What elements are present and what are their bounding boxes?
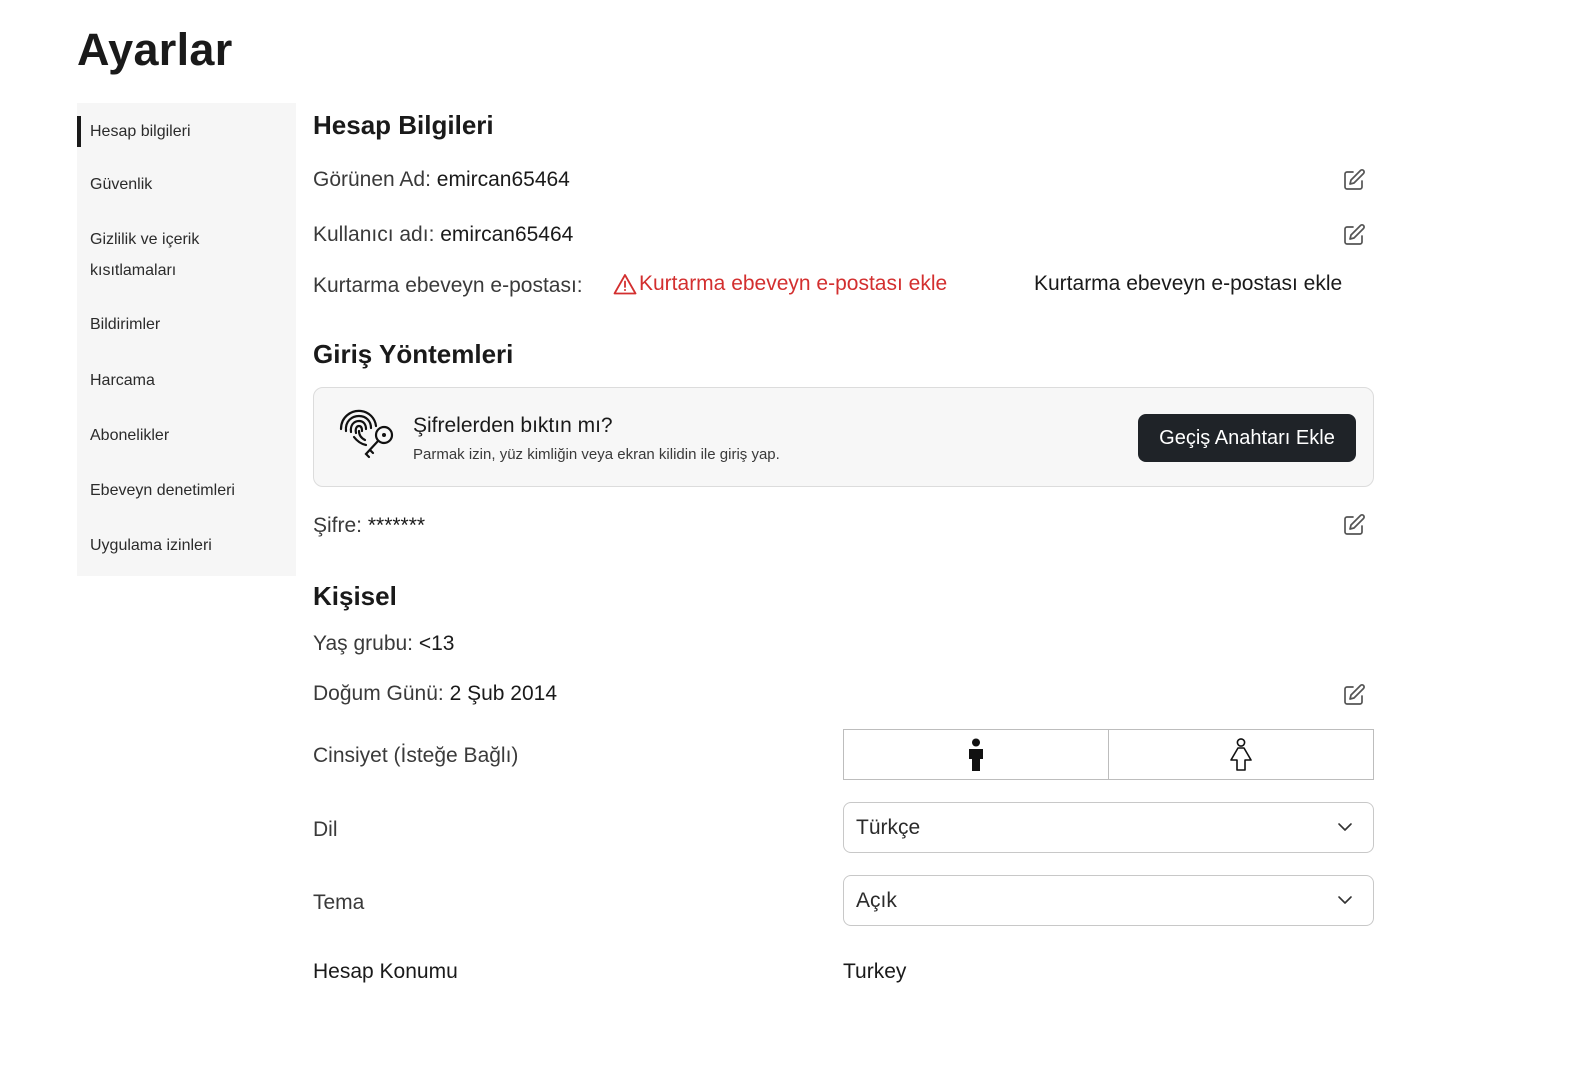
password-label: Şifre:: [313, 514, 368, 537]
chevron-down-icon: [1338, 823, 1352, 831]
theme-label: Tema: [313, 891, 365, 914]
theme-select-value: Açık: [856, 889, 897, 912]
display-name-label: Görünen Ad:: [313, 168, 437, 191]
gender-label: Cinsiyet (İsteğe Bağlı): [313, 744, 519, 767]
password-value: *******: [367, 514, 426, 537]
birthday-value: 2 Şub 2014: [449, 682, 558, 705]
passkey-title: Şifrelerden bıktın mı?: [413, 414, 613, 437]
section-title-login-methods: Giriş Yöntemleri: [313, 339, 514, 369]
birthday-row: Doğum Günü: 2 Şub 2014: [313, 682, 557, 706]
username-row: Kullanıcı adı: emircan65464: [313, 223, 573, 247]
display-name-value: emircan65464: [436, 168, 570, 191]
passkey-card: Şifrelerden bıktın mı? Parmak izin, yüz …: [313, 387, 1374, 487]
sidebar-item-security[interactable]: Güvenlik: [77, 169, 296, 200]
edit-password-icon[interactable]: [1342, 513, 1366, 537]
section-title-account-info: Hesap Bilgileri: [313, 110, 494, 140]
page-title: Ayarlar: [77, 24, 233, 75]
sidebar-item-spending[interactable]: Harcama: [77, 365, 296, 396]
recovery-email-warning-link[interactable]: Kurtarma ebeveyn e-postası ekle: [613, 272, 947, 296]
sidebar-item-label: Gizlilik ve içerik: [90, 231, 200, 248]
section-title-personal: Kişisel: [313, 581, 397, 611]
sidebar-item-notifications[interactable]: Bildirimler: [77, 309, 296, 340]
sidebar-item-parental-controls[interactable]: Ebeveyn denetimleri: [77, 475, 296, 506]
age-group-value: <13: [418, 632, 455, 655]
sidebar-item-subscriptions[interactable]: Abonelikler: [77, 420, 296, 451]
age-group-label: Yaş grubu:: [313, 632, 419, 655]
theme-select[interactable]: Açık: [843, 875, 1374, 926]
display-name-row: Görünen Ad: emircan65464: [313, 168, 570, 192]
account-location-label: Hesap Konumu: [313, 960, 458, 983]
password-row: Şifre: *******: [313, 514, 425, 538]
language-select[interactable]: Türkçe: [843, 802, 1374, 853]
settings-sidebar: Hesap bilgileri Güvenlik Gizlilik ve içe…: [77, 103, 296, 576]
sidebar-item-label-line2: kısıtlamaları: [90, 262, 177, 279]
birthday-label: Doğum Günü:: [313, 682, 450, 705]
gender-male-option[interactable]: [844, 730, 1108, 779]
edit-birthday-icon[interactable]: [1342, 683, 1366, 707]
add-passkey-button[interactable]: Geçiş Anahtarı Ekle: [1138, 414, 1356, 462]
recovery-email-label: Kurtarma ebeveyn e-postası:: [313, 274, 583, 297]
recovery-email-warning-text: Kurtarma ebeveyn e-postası ekle: [639, 272, 948, 295]
male-icon: [969, 738, 983, 771]
gender-female-option[interactable]: [1108, 730, 1373, 779]
language-label: Dil: [313, 818, 338, 841]
warning-icon: [613, 274, 637, 295]
add-recovery-email-button[interactable]: Kurtarma ebeveyn e-postası ekle: [1034, 272, 1342, 296]
passkey-subtitle: Parmak izin, yüz kimliğin veya ekran kil…: [413, 446, 780, 463]
gender-toggle: [843, 729, 1374, 780]
sidebar-item-app-permissions[interactable]: Uygulama izinleri: [77, 530, 296, 561]
age-group-row: Yaş grubu: <13: [313, 632, 454, 656]
account-location-value: Turkey: [843, 960, 907, 983]
language-select-value: Türkçe: [856, 816, 921, 839]
sidebar-item-privacy[interactable]: Gizlilik ve içerik kısıtlamaları: [77, 224, 296, 286]
username-label: Kullanıcı adı:: [313, 223, 441, 246]
fingerprint-key-icon: [339, 409, 394, 459]
sidebar-item-account-info[interactable]: Hesap bilgileri: [77, 116, 296, 147]
edit-display-name-icon[interactable]: [1342, 168, 1366, 192]
edit-username-icon[interactable]: [1342, 223, 1366, 247]
username-value: emircan65464: [440, 223, 574, 246]
female-icon: [1230, 737, 1252, 771]
chevron-down-icon: [1338, 896, 1352, 904]
